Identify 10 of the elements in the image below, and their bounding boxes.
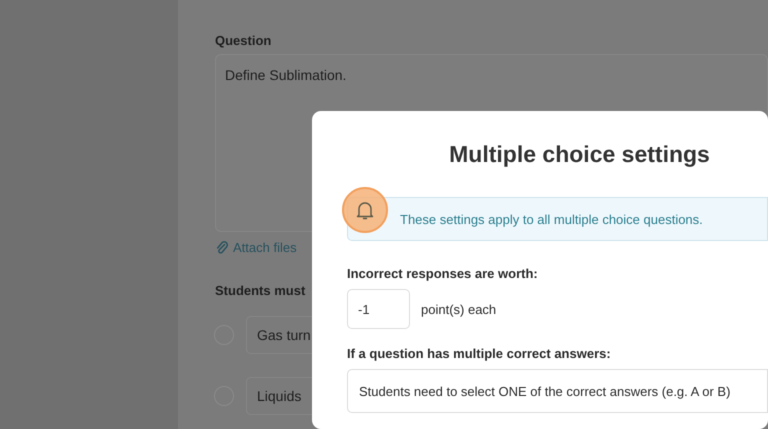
students-must-label: Students must <box>215 283 306 299</box>
points-input[interactable]: -1 <box>347 289 410 329</box>
info-text: These settings apply to all multiple choice questions. <box>400 212 703 226</box>
answer-rule-select[interactable]: Students need to select ONE of the correct answers (e.g. A or B) <box>347 369 768 413</box>
incorrect-responses-label: Incorrect responses are worth: <box>347 266 539 282</box>
modal-title: Multiple choice settings <box>449 140 710 169</box>
points-unit-text: point(s) each <box>421 302 496 316</box>
paperclip-icon <box>215 240 229 254</box>
multiple-answers-label: If a question has multiple correct answers: <box>347 346 612 362</box>
question-label: Question <box>215 33 272 49</box>
